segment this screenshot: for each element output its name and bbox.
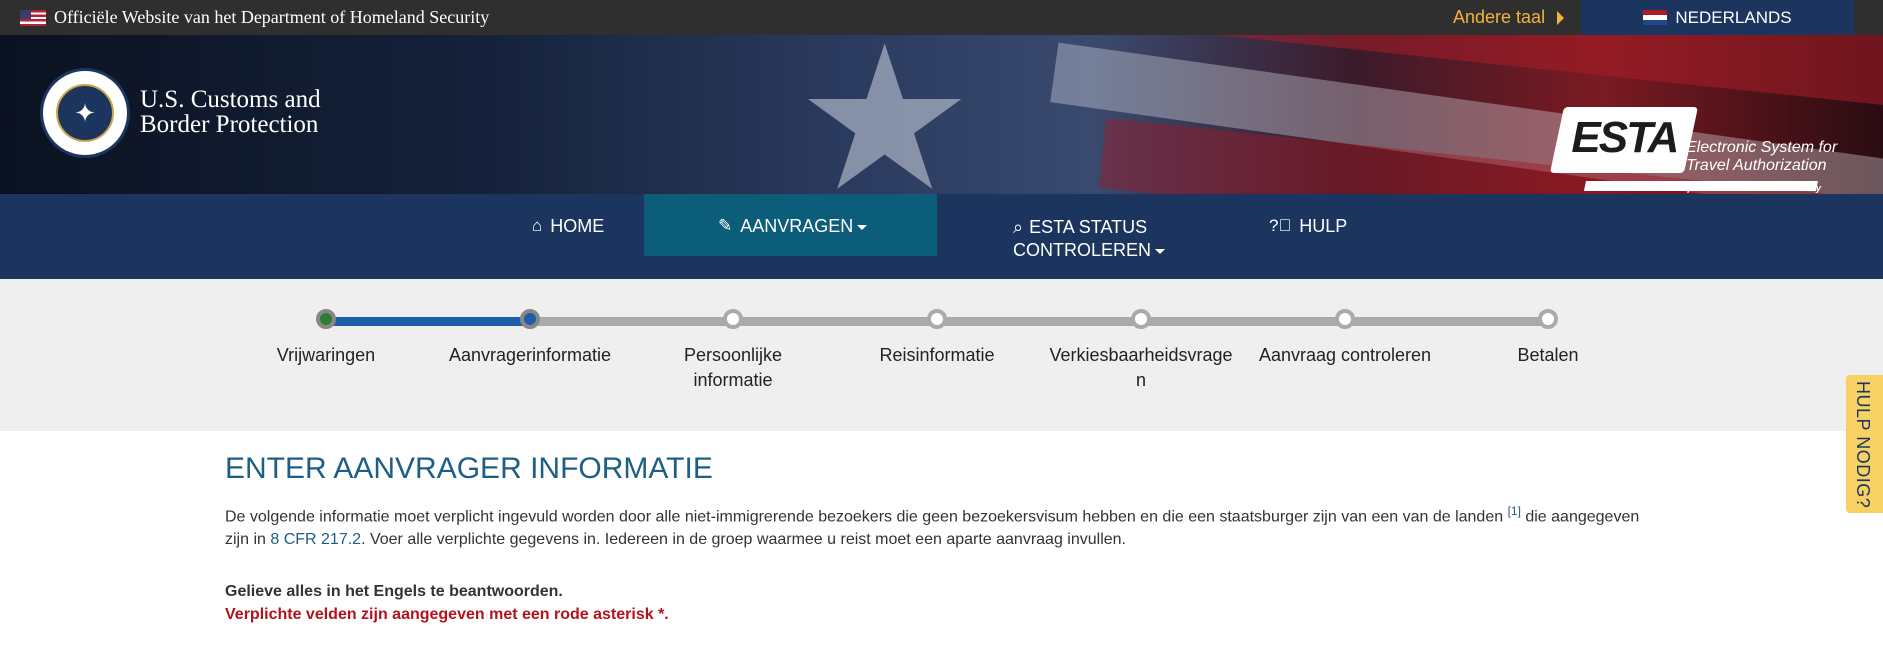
step-dot [1538,309,1558,329]
nav-apply-label: AANVRAGEN [740,216,854,236]
step-label: Betalen [1517,345,1579,365]
step-payment[interactable]: Betalen [1448,309,1648,368]
intro-text-3: . Voer alle verplichte gegevens in. Iede… [361,531,1126,549]
agency-title-line1: U.S. Customs and [140,86,321,113]
step-eligibility-questions[interactable]: Verkiesbaarheidsvragen [1049,309,1233,393]
step-label: Vrijwaringen [276,345,376,365]
eagle-icon: ✦ [56,84,114,142]
esta-logo-text: ESTA [1571,113,1678,162]
home-icon: ⌂ [532,216,543,235]
star-icon: ★ [795,35,975,194]
main-navigation: ⌂ HOME ✎ AANVRAGEN ⌕ ESTA STATUS CONTROLE… [0,194,1883,279]
step-dot [723,309,743,329]
required-fields-note: Verplichte velden zijn aangegeven met ee… [225,606,669,623]
step-dot [520,309,540,329]
nav-home[interactable]: ⌂ HOME [532,194,604,256]
need-help-tab[interactable]: HULP NODIG? [1846,375,1883,513]
step-dot [316,309,336,329]
step-label: Reisinformatie [879,345,995,365]
question-circle-icon: ?⃝ [1269,216,1292,235]
esta-name-line1: Electronic System for [1686,139,1838,156]
language-selector[interactable]: NEDERLANDS [1581,0,1854,35]
pencil-icon: ✎ [718,216,733,235]
page-title: ENTER AANVRAGER INFORMATIE [225,452,713,485]
nav-apply[interactable]: ✎ AANVRAGEN [644,194,937,256]
step-label: Verkiesbaarheidsvragen [1049,345,1233,390]
other-language-label: Andere taal [1453,7,1546,27]
esta-logo[interactable]: ESTA [1549,107,1699,173]
agency-title[interactable]: U.S. Customs and Border Protection [140,87,321,137]
header-banner: ★ ✦ U.S. Customs and Border Protection E… [0,35,1883,194]
search-icon: ⌕ [1013,217,1024,237]
instructions-block: Gelieve alles in het Engels te beantwoor… [225,580,669,626]
cfr-link[interactable]: 8 CFR 217.2 [270,531,361,548]
step-applicant-info[interactable]: Aanvragerinformatie [430,309,630,368]
agency-title-line2: Border Protection [140,111,319,138]
step-review-application[interactable]: Aanvraag controleren [1235,309,1455,368]
caret-right-icon [1557,10,1565,25]
us-flag-icon [20,9,46,26]
esta-full-name: Electronic System for Travel Authorizati… [1686,139,1837,175]
step-dot [927,309,947,329]
nav-help[interactable]: ?⃝ HULP [1269,194,1347,256]
nav-esta-status[interactable]: ⌕ ESTA STATUS CONTROLEREN [1013,216,1166,262]
step-travel-info[interactable]: Reisinformatie [837,309,1037,368]
step-label: Persoonlijke informatie [683,345,783,390]
step-disclaimers[interactable]: Vrijwaringen [226,309,426,368]
step-personal-info[interactable]: Persoonlijke informatie [668,309,798,393]
esta-dhs-label: U.S. Department of Homeland Security [1656,183,1822,193]
language-label: NEDERLANDS [1675,7,1792,27]
dhs-seal-logo[interactable]: ✦ [40,68,130,158]
need-help-label: HULP NODIG? [1853,381,1873,509]
footnote-link[interactable]: [1] [1508,504,1521,518]
step-label: Aanvraag controleren [1258,345,1432,365]
official-website-notice: Officiële Website van het Department of … [20,0,489,35]
nav-status-label-line1: ESTA STATUS [1029,217,1148,237]
nav-home-label: HOME [550,216,605,236]
official-banner: Officiële Website van het Department of … [0,0,1883,35]
progress-tracker: Vrijwaringen Aanvragerinformatie Persoon… [0,279,1883,431]
netherlands-flag-icon [1643,10,1668,25]
intro-paragraph: De volgende informatie moet verplicht in… [225,500,1655,551]
nav-status-label-line2: CONTROLEREN [1013,240,1152,260]
english-note: Gelieve alles in het Engels te beantwoor… [225,583,563,600]
chevron-down-icon [1155,248,1166,254]
chevron-down-icon [857,225,868,230]
step-dot [1335,309,1355,329]
main-content: ENTER AANVRAGER INFORMATIE De volgende i… [225,452,1655,551]
step-dot [1131,309,1151,329]
esta-name-line2: Travel Authorization [1686,157,1827,174]
intro-text-1: De volgende informatie moet verplicht in… [225,508,1508,526]
other-language-link[interactable]: Andere taal [1453,0,1565,35]
official-website-text: Officiële Website van het Department of … [54,7,490,27]
step-label: Aanvragerinformatie [448,345,612,365]
nav-help-label: HULP [1299,216,1348,236]
